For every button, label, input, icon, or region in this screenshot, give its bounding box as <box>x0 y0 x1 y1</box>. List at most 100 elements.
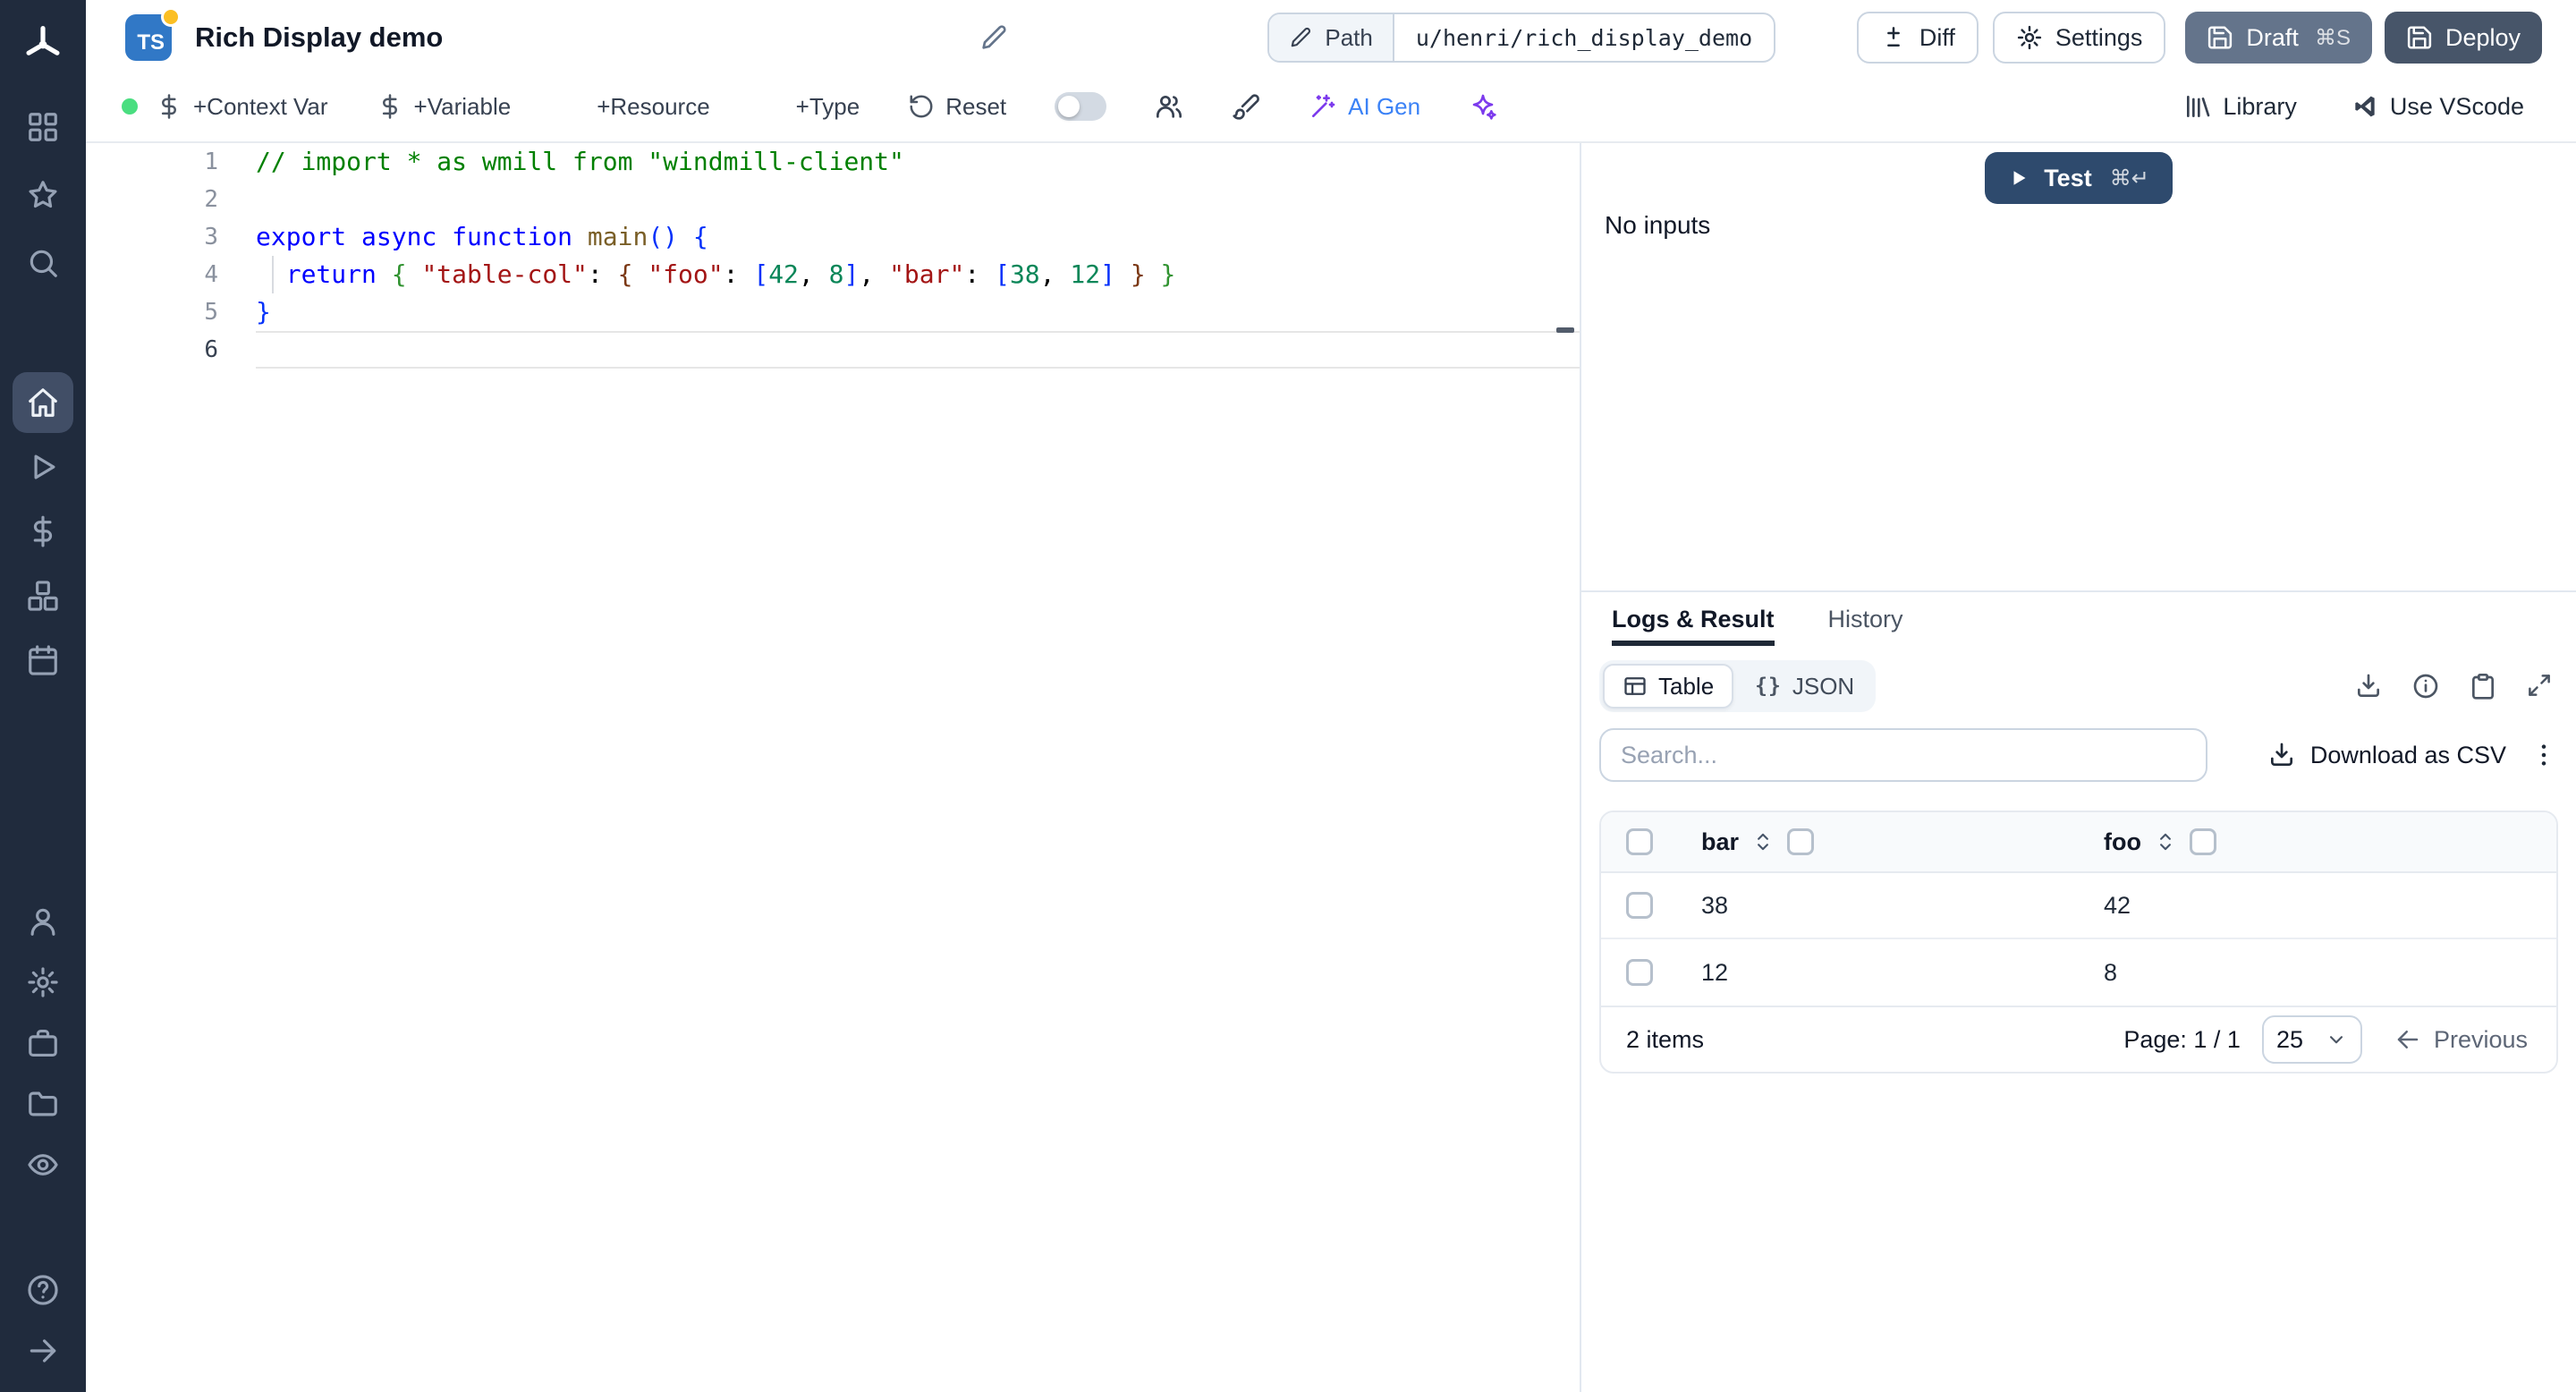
copy-result-icon[interactable] <box>2469 672 2497 700</box>
eye-icon <box>26 1148 60 1182</box>
use-vscode-button[interactable]: Use VScode <box>2351 92 2524 121</box>
toggle-knob <box>1058 96 1080 117</box>
add-type-button[interactable]: +Type <box>758 93 860 121</box>
help-icon <box>26 1273 60 1307</box>
right-panel: Test ⌘↵ No inputs Logs & Result History T… <box>1580 143 2576 1392</box>
page-size-select[interactable]: 25 <box>2261 1015 2362 1064</box>
diff-button[interactable]: Diff <box>1856 12 1979 64</box>
settings-icon <box>26 965 60 999</box>
magic-wand-icon <box>1309 92 1337 121</box>
page-size-value: 25 <box>2275 1025 2303 1053</box>
topbar: TS Rich Display demo Path u/henri/rich_d… <box>86 0 2576 72</box>
view-row: Table{} JSON <box>1599 660 2558 712</box>
view-toggle-table[interactable]: Table <box>1603 664 1734 709</box>
kebab-menu-icon[interactable] <box>2529 741 2558 769</box>
sidebar-item-settings[interactable] <box>13 952 73 1013</box>
edit-path-button[interactable]: Path <box>1269 14 1394 61</box>
code-editor[interactable]: 1 // import * as wmill from "windmill-cli… <box>86 143 1580 1392</box>
page-title: Rich Display demo <box>195 21 444 53</box>
sidebar-group-top <box>13 97 73 293</box>
line-number: 1 <box>204 149 218 175</box>
search-input[interactable] <box>1599 728 2207 782</box>
sort-icon[interactable] <box>1751 830 1775 853</box>
table-row[interactable]: 38 42 <box>1601 873 2556 939</box>
arrow-right-icon <box>26 1334 60 1368</box>
sidebar-item-star[interactable] <box>13 165 73 225</box>
view-toggle-group: Table{} JSON <box>1599 660 1877 712</box>
sidebar-item-calendar[interactable] <box>13 630 73 691</box>
briefcase-icon <box>26 1026 60 1060</box>
checkbox[interactable] <box>1626 959 1653 986</box>
use-vscode-label: Use VScode <box>2389 92 2524 120</box>
checkbox[interactable] <box>2189 828 2216 855</box>
previous-page-button[interactable]: Previous <box>2384 1024 2538 1056</box>
expand-icon[interactable] <box>2526 672 2553 699</box>
braces-icon: {} <box>1755 675 1782 698</box>
edit-title-pencil-icon[interactable] <box>979 23 1008 52</box>
ai-gen-button[interactable]: AI Gen <box>1309 92 1420 121</box>
result-body: Table{}JSON Download as CSV <box>1581 646 2576 1392</box>
sidebar-item-dollar[interactable] <box>13 501 73 562</box>
deploy-button[interactable]: Deploy <box>2384 12 2542 64</box>
code-line-6: 6 <box>86 331 1580 369</box>
info-icon[interactable] <box>2411 672 2440 700</box>
code-text: // import * as wmill from "windmill-clie… <box>256 147 904 176</box>
previous-label: Previous <box>2433 1025 2528 1053</box>
boxes-icon <box>26 579 60 613</box>
sidebar-group-bottom <box>13 1260 73 1392</box>
sidebar-item-boxes[interactable] <box>13 565 73 626</box>
diff-icon <box>1880 24 1907 51</box>
reset-button[interactable]: Reset <box>908 93 1006 121</box>
play-icon <box>26 450 60 484</box>
script-path-value: u/henri/rich_display_demo <box>1415 24 1753 51</box>
package-icon <box>559 93 586 120</box>
table-cell: 42 <box>2104 891 2131 919</box>
library-label: Library <box>2223 92 2297 120</box>
column-header-foo: foo <box>2080 828 2556 856</box>
settings-button[interactable]: Settings <box>1992 12 2166 64</box>
checkbox[interactable] <box>1626 892 1653 919</box>
diff-label: Diff <box>1919 23 1955 51</box>
sidebar-item-arrow-right[interactable] <box>13 1320 73 1381</box>
sidebar-item-briefcase[interactable] <box>13 1013 73 1074</box>
folder-icon <box>26 1087 60 1121</box>
sidebar-item-folder[interactable] <box>13 1074 73 1134</box>
windmill-logo[interactable] <box>21 0 64 82</box>
dollar-icon <box>156 93 182 120</box>
tab-history[interactable]: History <box>1828 592 1903 646</box>
sort-icon[interactable] <box>2154 830 2177 853</box>
draft-button[interactable]: Draft ⌘S <box>2185 12 2372 64</box>
sparkles-icon[interactable] <box>1469 92 1497 121</box>
collab-toggle[interactable] <box>1055 92 1107 121</box>
tab-logs-result[interactable]: Logs & Result <box>1612 592 1775 646</box>
settings-label: Settings <box>2055 23 2143 51</box>
sidebar-item-search[interactable] <box>13 233 73 293</box>
table-cell: 38 <box>1701 891 1729 919</box>
sidebar-item-help[interactable] <box>13 1260 73 1320</box>
sidebar-item-eye[interactable] <box>13 1134 73 1195</box>
checkbox[interactable] <box>1626 828 1653 855</box>
test-button[interactable]: Test ⌘↵ <box>1985 152 2173 204</box>
view-toggle-json[interactable]: {} JSON <box>1737 664 1872 709</box>
calendar-icon <box>26 643 60 677</box>
sidebar-item-play[interactable] <box>13 437 73 497</box>
add-variable-button[interactable]: +Variable <box>377 93 511 121</box>
checkbox[interactable] <box>1787 828 1815 855</box>
download-csv-button[interactable]: Download as CSV <box>2267 741 2506 769</box>
table-cell: 8 <box>2104 958 2118 986</box>
save-draft-icon <box>2207 24 2233 51</box>
sidebar-item-user[interactable] <box>13 891 73 952</box>
users-icon[interactable] <box>1155 92 1183 121</box>
library-button[interactable]: Library <box>2183 92 2297 121</box>
path-pencil-icon <box>1289 26 1312 49</box>
table-row[interactable]: 12 8 <box>1601 939 2556 1006</box>
download-result-icon[interactable] <box>2354 672 2383 700</box>
format-brush-icon[interactable] <box>1232 92 1260 121</box>
main-area: TS Rich Display demo Path u/henri/rich_d… <box>86 0 2576 1392</box>
column-header-bar: bar <box>1678 828 2080 856</box>
result-action-icons <box>2354 672 2558 700</box>
sidebar-item-home[interactable] <box>13 372 73 433</box>
add-context-var-button[interactable]: +Context Var <box>156 93 328 121</box>
add-resource-button[interactable]: +Resource <box>559 93 709 121</box>
sidebar-item-grid[interactable] <box>13 97 73 157</box>
